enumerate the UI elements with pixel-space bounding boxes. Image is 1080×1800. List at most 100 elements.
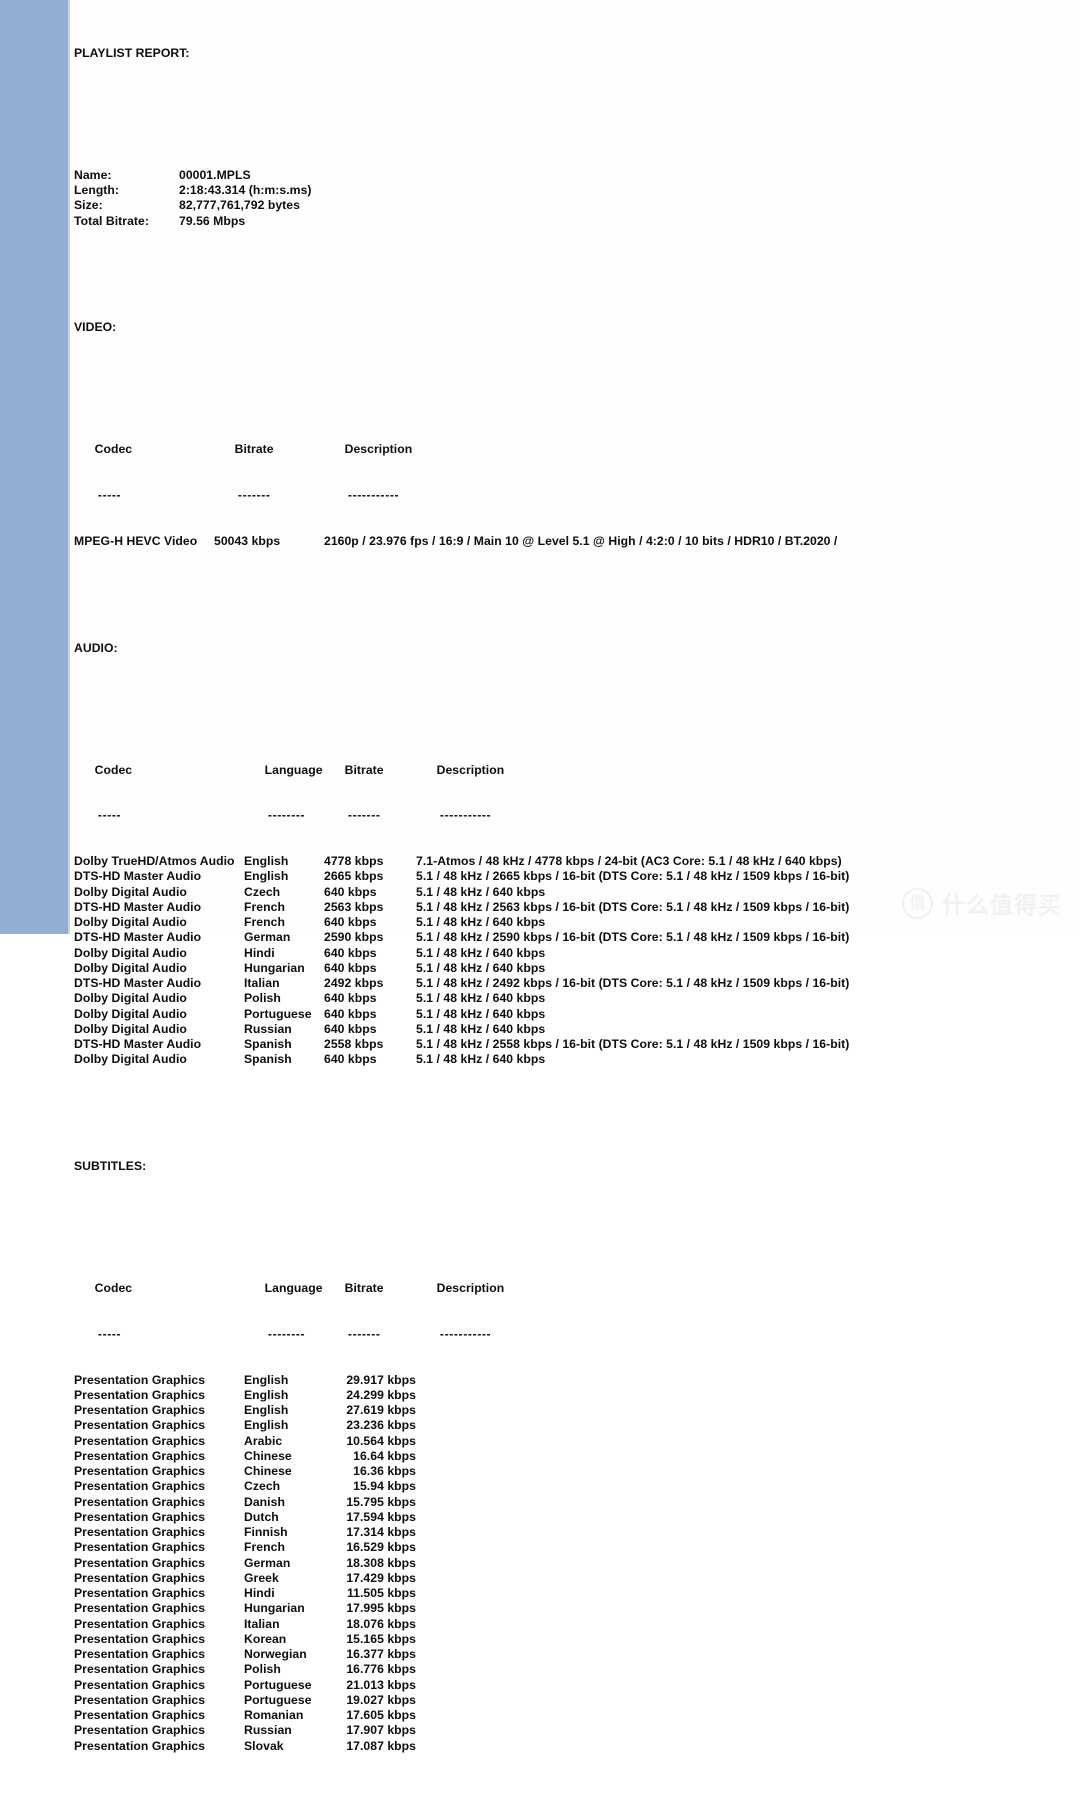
subtitles-header-codec: Codec <box>94 1281 133 1295</box>
subtitle-track-codec: Presentation Graphics <box>74 1509 206 1524</box>
subtitle-track-row: Presentation Graphics French 16.529 kbps <box>74 1540 1074 1555</box>
subtitles-heading: SUBTITLES: <box>74 1159 147 1173</box>
subtitles-rule-bitrate: ------- <box>347 1326 381 1341</box>
audio-track-bitrate: 640 kbps <box>324 1052 377 1067</box>
subtitle-track-codec: Presentation Graphics <box>74 1692 206 1707</box>
audio-track-codec: Dolby Digital Audio <box>74 1021 187 1036</box>
audio-track-language: Russian <box>244 1021 292 1036</box>
subtitle-track-bitrate: 18.076 kbps <box>346 1616 416 1631</box>
subtitle-track-language: Norwegian <box>244 1647 307 1661</box>
left-band-edge <box>68 0 70 934</box>
audio-rule-description: ----------- <box>439 808 492 823</box>
audio-track-row: DTS-HD Master Audio Spanish 2558 kbps 5.1 /… <box>74 1037 1074 1052</box>
subtitle-track-bitrate: 21.013 kbps <box>346 1677 416 1692</box>
video-track-codec: MPEG-H HEVC Video <box>74 533 198 548</box>
subtitle-track-bitrate: 17.594 kbps <box>346 1509 416 1524</box>
audio-track-bitrate: 640 kbps <box>324 945 377 960</box>
subtitle-track-codec: Presentation Graphics <box>74 1647 206 1661</box>
subtitle-track-codec: Presentation Graphics <box>74 1616 206 1631</box>
audio-header-bitrate: Bitrate <box>344 762 384 777</box>
subtitle-track-language: English <box>244 1418 289 1433</box>
subtitle-track-row: Presentation Graphics English 27.619 kbps <box>74 1403 1074 1418</box>
subtitles-header-description: Description <box>436 1281 505 1295</box>
subtitle-track-row: Presentation Graphics English 24.299 kbps <box>74 1388 1074 1403</box>
audio-header-language: Language <box>264 762 323 777</box>
subtitle-track-row: Presentation Graphics Czech 15.94 kbps <box>74 1479 1074 1494</box>
audio-track-description: 5.1 / 48 kHz / 640 kbps <box>416 915 546 929</box>
audio-track-language: Italian <box>244 976 280 990</box>
subtitle-track-codec: Presentation Graphics <box>74 1372 206 1387</box>
subtitles-header-language: Language <box>264 1281 323 1295</box>
subtitle-track-row: Presentation Graphics Portuguese 21.013 kb… <box>74 1678 1074 1693</box>
video-header-bitrate: Bitrate <box>234 442 274 457</box>
subtitle-track-bitrate: 18.308 kbps <box>346 1555 416 1570</box>
subtitle-track-codec: Presentation Graphics <box>74 1525 206 1539</box>
subtitle-track-codec: Presentation Graphics <box>74 1479 206 1494</box>
subtitles-column-rules: ----- -------- ------- ----------- <box>74 1312 1074 1341</box>
subtitle-track-row: Presentation Graphics Russian 17.907 kbps <box>74 1723 1074 1738</box>
subtitle-track-row: Presentation Graphics Arabic 10.564 kbps <box>74 1434 1074 1449</box>
subtitle-track-codec: Presentation Graphics <box>74 1708 206 1722</box>
subtitle-track-row: Presentation Graphics Hungarian 17.995 kbp… <box>74 1601 1074 1616</box>
video-rule-codec: ----- <box>97 488 122 502</box>
subtitle-track-row: Presentation Graphics English 29.917 kbps <box>74 1373 1074 1388</box>
audio-track-language: Portuguese <box>244 1006 312 1021</box>
audio-track-bitrate: 4778 kbps <box>324 854 384 868</box>
summary-row: Name: 00001.MPLS <box>74 168 1074 183</box>
audio-track-row: Dolby Digital Audio Spanish 640 kbps 5.1 / … <box>74 1052 1074 1067</box>
audio-track-row: DTS-HD Master Audio English 2665 kbps 5.1 /… <box>74 869 1074 884</box>
subtitle-track-codec: Presentation Graphics <box>74 1540 206 1555</box>
subtitle-track-row: Presentation Graphics Norwegian 16.377 kbp… <box>74 1647 1074 1662</box>
subtitle-track-language: Chinese <box>244 1464 292 1478</box>
audio-track-language: French <box>244 899 285 914</box>
audio-track-codec: DTS-HD Master Audio <box>74 930 202 945</box>
subtitle-track-row: Presentation Graphics Chinese 16.64 kbps <box>74 1449 1074 1464</box>
audio-track-row: DTS-HD Master Audio Italian 2492 kbps 5.1 /… <box>74 976 1074 991</box>
audio-track-codec: Dolby TrueHD/Atmos Audio <box>74 854 235 868</box>
video-header-codec: Codec <box>94 442 133 457</box>
subtitle-track-codec: Presentation Graphics <box>74 1494 206 1509</box>
subtitle-track-language: Greek <box>244 1570 279 1585</box>
subtitle-track-language: Romanian <box>244 1708 304 1722</box>
video-heading: VIDEO: <box>74 320 117 335</box>
audio-column-headers: Codec Language Bitrate Description <box>74 747 1074 777</box>
audio-track-codec: Dolby Digital Audio <box>74 915 187 929</box>
audio-track-codec: Dolby Digital Audio <box>74 991 187 1006</box>
subtitle-track-language: Hungarian <box>244 1601 305 1616</box>
audio-track-description: 5.1 / 48 kHz / 2558 kbps / 16-bit (DTS C… <box>416 1037 850 1051</box>
audio-track-description: 5.1 / 48 kHz / 640 kbps <box>416 1021 546 1036</box>
subtitle-track-codec: Presentation Graphics <box>74 1631 206 1646</box>
audio-track-bitrate: 2563 kbps <box>324 899 384 914</box>
audio-track-bitrate: 640 kbps <box>324 884 377 899</box>
audio-header-description: Description <box>436 762 505 777</box>
summary-row: Length: 2:18:43.314 (h:m:s.ms) <box>74 183 1074 198</box>
audio-track-codec: Dolby Digital Audio <box>74 1052 187 1067</box>
audio-track-row: Dolby Digital Audio Czech 640 kbps 5.1 / 48… <box>74 885 1074 900</box>
left-blue-band <box>0 0 68 934</box>
subtitle-track-bitrate: 16.36 kbps <box>353 1464 416 1478</box>
audio-track-row: DTS-HD Master Audio German 2590 kbps 5.1 / … <box>74 930 1074 945</box>
audio-track-bitrate: 640 kbps <box>324 1021 377 1036</box>
subtitle-track-row: Presentation Graphics Slovak 17.087 kbps <box>74 1739 1074 1754</box>
audio-track-row: Dolby Digital Audio Hungarian 640 kbps 5.1 … <box>74 961 1074 976</box>
audio-rule-language: -------- <box>267 808 306 823</box>
audio-track-description: 5.1 / 48 kHz / 640 kbps <box>416 960 546 975</box>
audio-track-list: Dolby TrueHD/Atmos Audio English 4778 kbps… <box>74 854 1074 1068</box>
subtitle-track-language: German <box>244 1555 291 1570</box>
audio-track-language: English <box>244 869 289 884</box>
subtitle-track-bitrate: 19.027 kbps <box>346 1692 416 1707</box>
audio-track-row: Dolby Digital Audio Hindi 640 kbps 5.1 / 48… <box>74 946 1074 961</box>
subtitle-track-codec: Presentation Graphics <box>74 1387 206 1402</box>
audio-track-description: 7.1-Atmos / 48 kHz / 4778 kbps / 24-bit … <box>416 854 842 868</box>
subtitle-track-codec: Presentation Graphics <box>74 1723 206 1738</box>
summary-label: Size: <box>74 198 103 213</box>
subtitle-track-codec: Presentation Graphics <box>74 1738 206 1753</box>
audio-heading: AUDIO: <box>74 640 118 655</box>
subtitle-track-row: Presentation Graphics Portuguese 19.027 kb… <box>74 1693 1074 1708</box>
